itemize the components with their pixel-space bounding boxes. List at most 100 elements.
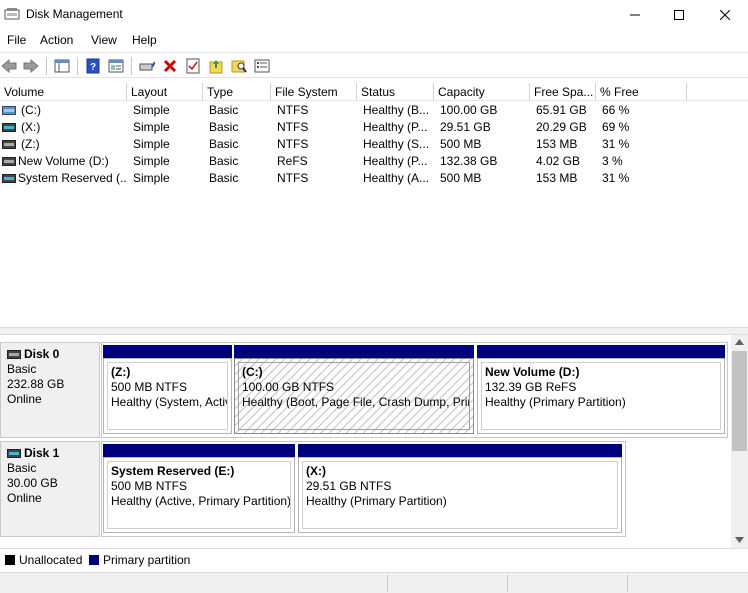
column-header-volume[interactable]: Volume xyxy=(0,83,127,101)
properties-view-icon xyxy=(108,59,124,73)
cell-capacity: 500 MB xyxy=(440,171,482,185)
primary-partition-swatch xyxy=(89,555,99,565)
column-header-layout[interactable]: Layout xyxy=(127,83,203,101)
cell-volume: System Reserved (... xyxy=(18,171,126,185)
back-arrow-icon xyxy=(1,59,17,73)
cell-free-space: 153 MB xyxy=(536,171,578,185)
volume-list-header: Volume Layout Type File System Status Ca… xyxy=(0,83,748,101)
column-header-free-space[interactable]: Free Spa... xyxy=(530,83,596,101)
connect-virtual-disk-button[interactable] xyxy=(138,57,156,75)
help-icon: ? xyxy=(86,58,100,74)
cell-layout: Simple xyxy=(133,171,170,185)
cell-layout: Simple xyxy=(133,137,170,151)
status-separator xyxy=(627,575,628,592)
column-header-file-system[interactable]: File System xyxy=(271,83,357,101)
cell-type: Basic xyxy=(209,154,239,168)
column-header-capacity[interactable]: Capacity xyxy=(434,83,530,101)
cell-free-space: 20.29 GB xyxy=(536,120,587,134)
cell-percent-free: 66 % xyxy=(602,103,630,117)
table-row[interactable]: New Volume (D:) Simple Basic ReFS Health… xyxy=(0,153,748,170)
column-header-status[interactable]: Status xyxy=(357,83,434,101)
partition-size: 132.39 GB ReFS xyxy=(485,380,577,394)
volume-drive-icon xyxy=(2,140,16,149)
partition-e[interactable]: System Reserved (E:) 500 MB NTFS Healthy… xyxy=(103,457,295,533)
menu-action[interactable]: Action xyxy=(40,33,73,47)
disk-icon xyxy=(7,350,21,359)
cell-type: Basic xyxy=(209,120,239,134)
minimize-button[interactable] xyxy=(612,0,658,30)
cell-type: Basic xyxy=(209,171,239,185)
partition-name: System Reserved (E:) xyxy=(111,464,235,478)
cell-volume: (X:) xyxy=(21,120,41,134)
disk-type: Basic xyxy=(7,362,37,376)
volume-drive-icon xyxy=(2,174,16,183)
window-title: Disk Management xyxy=(26,7,123,21)
scroll-up-arrow-icon[interactable] xyxy=(735,339,744,345)
partition-size: 500 MB NTFS xyxy=(111,380,188,394)
partition-c-selected[interactable]: (C:) 100.00 GB NTFS Healthy (Boot, Page … xyxy=(234,358,474,434)
maximize-icon xyxy=(674,10,684,20)
checklist-icon xyxy=(186,58,200,74)
cell-status: Healthy (S... xyxy=(363,137,430,151)
properties-button[interactable] xyxy=(253,57,271,75)
delete-button[interactable] xyxy=(161,57,179,75)
help-button[interactable]: ? xyxy=(84,57,102,75)
graph-vertical-scrollbar[interactable] xyxy=(731,335,748,548)
menu-help[interactable]: Help xyxy=(132,33,157,47)
maximize-button[interactable] xyxy=(656,0,702,30)
forward-button[interactable] xyxy=(22,57,40,75)
cell-layout: Simple xyxy=(133,103,170,117)
disk-size: 30.00 GB xyxy=(7,476,58,490)
disk-0-label[interactable]: Disk 0 Basic 232.88 GB Online xyxy=(0,342,100,438)
toolbar-separator xyxy=(77,57,78,75)
check-button[interactable] xyxy=(184,57,202,75)
partition-status: Healthy (Boot, Page File, Crash Dump, Pr… xyxy=(242,395,469,409)
cell-volume: New Volume (D:) xyxy=(18,154,109,168)
menu-bar: File Action View Help xyxy=(0,30,748,50)
status-bar xyxy=(0,572,748,593)
pane-splitter[interactable] xyxy=(0,327,748,335)
cell-capacity: 132.38 GB xyxy=(440,154,498,168)
cell-percent-free: 69 % xyxy=(602,120,630,134)
up-folder-button[interactable] xyxy=(207,57,225,75)
scroll-thumb[interactable] xyxy=(732,351,747,451)
properties-list-icon xyxy=(254,59,270,73)
volume-drive-icon xyxy=(2,157,16,166)
menu-file[interactable]: File xyxy=(7,33,26,47)
cell-percent-free: 3 % xyxy=(602,154,623,168)
legend-unallocated: Unallocated xyxy=(19,553,83,567)
folder-up-icon xyxy=(209,60,223,74)
cell-layout: Simple xyxy=(133,120,170,134)
partition-size: 500 MB NTFS xyxy=(111,479,188,493)
column-header-type[interactable]: Type xyxy=(203,83,271,101)
back-button[interactable] xyxy=(0,57,18,75)
table-row[interactable]: (X:) Simple Basic NTFS Healthy (P... 29.… xyxy=(0,119,748,136)
partition-status: Healthy (Active, Primary Partition) xyxy=(111,494,291,508)
table-row[interactable]: (Z:) Simple Basic NTFS Healthy (S... 500… xyxy=(0,136,748,153)
partition-z[interactable]: (Z:) 500 MB NTFS Healthy (System, Active… xyxy=(103,358,232,434)
table-row[interactable]: (C:) Simple Basic NTFS Healthy (B... 100… xyxy=(0,102,748,119)
show-hide-console-tree-button[interactable] xyxy=(53,57,71,75)
forward-arrow-icon xyxy=(23,59,39,73)
properties-view-button[interactable] xyxy=(107,57,125,75)
console-tree-icon xyxy=(54,59,70,73)
disk-1-label[interactable]: Disk 1 Basic 30.00 GB Online xyxy=(0,441,100,537)
partition-name: (X:) xyxy=(306,464,326,478)
unallocated-swatch xyxy=(5,555,15,565)
disk-connect-icon xyxy=(139,61,155,71)
table-row[interactable]: System Reserved (... Simple Basic NTFS H… xyxy=(0,170,748,187)
disk-state: Online xyxy=(7,491,42,505)
menu-view[interactable]: View xyxy=(91,33,117,47)
scroll-down-arrow-icon[interactable] xyxy=(735,537,744,543)
cell-status: Healthy (P... xyxy=(363,120,428,134)
partition-d[interactable]: New Volume (D:) 132.39 GB ReFS Healthy (… xyxy=(477,358,725,434)
minimize-icon xyxy=(630,14,640,16)
folder-search-icon xyxy=(231,60,247,73)
cell-volume: (Z:) xyxy=(21,137,40,151)
close-button[interactable] xyxy=(702,0,748,30)
partition-x[interactable]: (X:) 29.51 GB NTFS Healthy (Primary Part… xyxy=(298,457,622,533)
toolbar: ? xyxy=(0,52,748,78)
search-folder-button[interactable] xyxy=(230,57,248,75)
cell-free-space: 4.02 GB xyxy=(536,154,581,168)
column-header-percent-free[interactable]: % Free xyxy=(596,83,687,101)
